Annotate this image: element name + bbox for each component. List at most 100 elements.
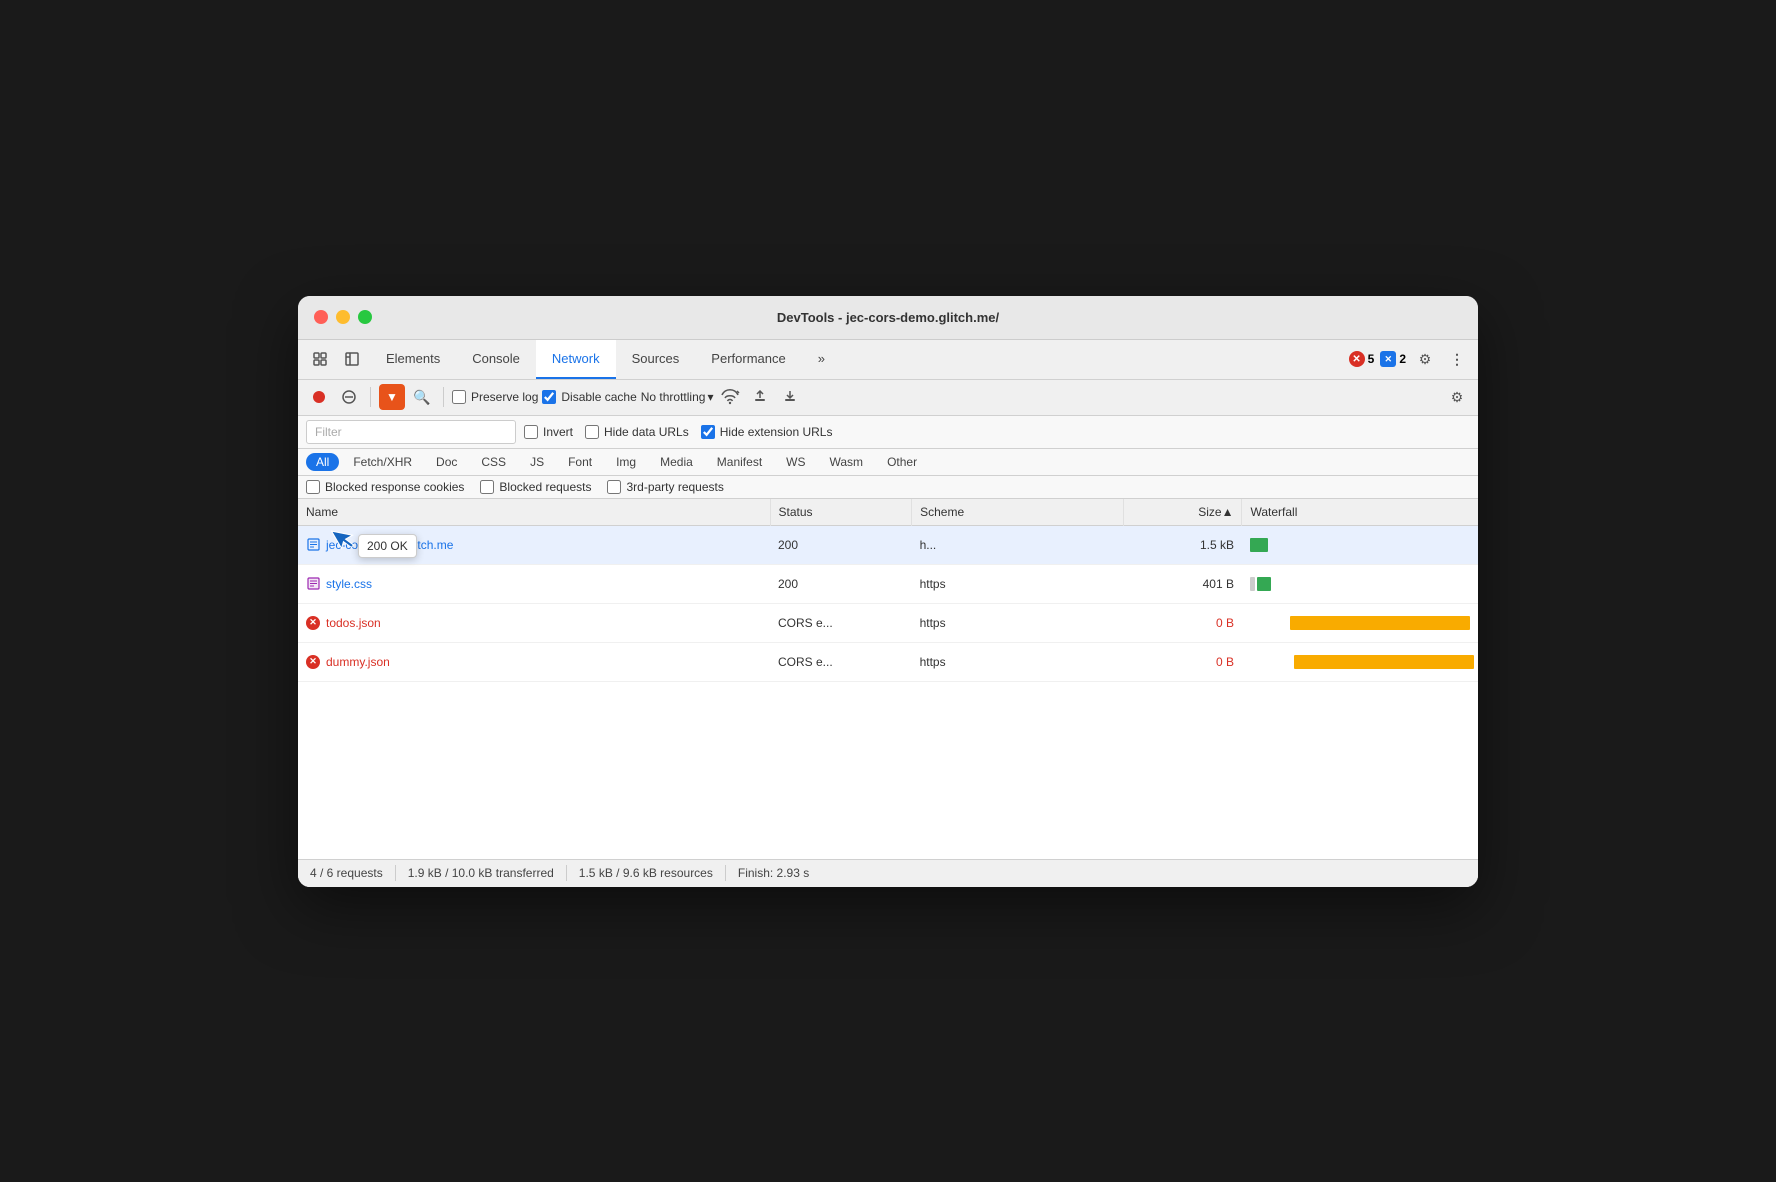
- record-button[interactable]: [306, 384, 332, 410]
- blocked-cookies-checkbox[interactable]: [306, 480, 320, 494]
- upload-icon[interactable]: [747, 384, 773, 410]
- hide-data-urls-label[interactable]: Hide data URLs: [585, 425, 689, 439]
- tab-sources[interactable]: Sources: [616, 339, 696, 379]
- col-status[interactable]: Status: [770, 499, 912, 526]
- requests-count: 4 / 6 requests: [310, 866, 383, 880]
- col-scheme[interactable]: Scheme: [912, 499, 1124, 526]
- col-name[interactable]: Name: [298, 499, 770, 526]
- table-row[interactable]: jec-cors-demo.glitch.me200 OK200h...1.5 …: [298, 525, 1478, 564]
- tab-more[interactable]: »: [802, 339, 841, 379]
- clear-button[interactable]: [336, 384, 362, 410]
- type-pill-css[interactable]: CSS: [471, 453, 516, 471]
- close-button[interactable]: [314, 310, 328, 324]
- tab-elements[interactable]: Elements: [370, 339, 456, 379]
- waterfall-cell: [1242, 642, 1478, 681]
- scheme-cell: https: [912, 603, 1124, 642]
- finish-time: Finish: 2.93 s: [738, 866, 809, 880]
- status-bar: 4 / 6 requests 1.9 kB / 10.0 kB transfer…: [298, 859, 1478, 887]
- error-count-red[interactable]: ✕ 5: [1349, 351, 1375, 367]
- separator: [370, 387, 371, 407]
- tab-console[interactable]: Console: [456, 339, 536, 379]
- table-row[interactable]: style.css200https401 B: [298, 564, 1478, 603]
- waterfall-cell: [1242, 603, 1478, 642]
- more-options-icon[interactable]: ⋮: [1444, 346, 1470, 372]
- chevron-down-icon: ▾: [707, 390, 713, 404]
- transferred-size: 1.9 kB / 10.0 kB transferred: [408, 866, 554, 880]
- type-pill-other[interactable]: Other: [877, 453, 927, 471]
- error-blue-icon: ✕: [1380, 351, 1396, 367]
- traffic-lights: [314, 310, 372, 324]
- download-icon[interactable]: [777, 384, 803, 410]
- type-pill-ws[interactable]: WS: [776, 453, 815, 471]
- table-row[interactable]: ✕dummy.jsonCORS e...https0 B: [298, 642, 1478, 681]
- type-pill-img[interactable]: Img: [606, 453, 646, 471]
- nav-tabs: Elements Console Network Sources Perform…: [298, 340, 1478, 380]
- network-table: Name Status Scheme Size ▲ Waterfall jec-…: [298, 499, 1478, 682]
- size-cell: 0 B: [1124, 642, 1242, 681]
- separator2: [443, 387, 444, 407]
- file-name: dummy.json: [326, 655, 390, 669]
- preserve-log-checkbox[interactable]: [452, 390, 466, 404]
- third-party-checkbox[interactable]: [607, 480, 621, 494]
- size-cell: 1.5 kB: [1124, 525, 1242, 564]
- scheme-cell: https: [912, 564, 1124, 603]
- error-red-icon: ✕: [1349, 351, 1365, 367]
- col-size[interactable]: Size ▲: [1124, 499, 1242, 526]
- search-button[interactable]: 🔍: [409, 384, 435, 410]
- waterfall-bar-container: [1250, 609, 1470, 637]
- table-row[interactable]: ✕todos.jsonCORS e...https0 B: [298, 603, 1478, 642]
- css-icon: [306, 577, 320, 591]
- sep3: [725, 865, 726, 881]
- table-body: jec-cors-demo.glitch.me200 OK200h...1.5 …: [298, 525, 1478, 681]
- filter-bar: Invert Hide data URLs Hide extension URL…: [298, 416, 1478, 449]
- type-pill-all[interactable]: All: [306, 453, 339, 471]
- invert-checkbox[interactable]: [524, 425, 538, 439]
- minimize-button[interactable]: [336, 310, 350, 324]
- type-pill-js[interactable]: JS: [520, 453, 554, 471]
- scheme-cell: https: [912, 642, 1124, 681]
- type-pill-doc[interactable]: Doc: [426, 453, 467, 471]
- error-count-blue[interactable]: ✕ 2: [1380, 351, 1406, 367]
- status-cell: 200: [770, 525, 912, 564]
- sep1: [395, 865, 396, 881]
- filter-button[interactable]: ▼: [379, 384, 405, 410]
- cursor-icon[interactable]: [306, 345, 334, 373]
- gear-icon[interactable]: ⚙: [1444, 384, 1470, 410]
- disable-cache-checkbox[interactable]: [542, 390, 556, 404]
- waterfall-bar-green2: [1257, 577, 1271, 591]
- blocked-requests-label[interactable]: Blocked requests: [480, 480, 591, 494]
- file-name: todos.json: [326, 616, 381, 630]
- type-pill-manifest[interactable]: Manifest: [707, 453, 772, 471]
- blocked-requests-checkbox[interactable]: [480, 480, 494, 494]
- maximize-button[interactable]: [358, 310, 372, 324]
- type-pill-media[interactable]: Media: [650, 453, 703, 471]
- blocked-cookies-label[interactable]: Blocked response cookies: [306, 480, 464, 494]
- type-pill-wasm[interactable]: Wasm: [820, 453, 874, 471]
- type-pill-font[interactable]: Font: [558, 453, 602, 471]
- size-cell: 0 B: [1124, 603, 1242, 642]
- hide-ext-urls-label[interactable]: Hide extension URLs: [701, 425, 833, 439]
- window-title: DevTools - jec-cors-demo.glitch.me/: [777, 310, 999, 325]
- filter-input[interactable]: [306, 420, 516, 444]
- type-pill-fetch-xhr[interactable]: Fetch/XHR: [343, 453, 422, 471]
- inspect-icon[interactable]: [338, 345, 366, 373]
- disable-cache-label[interactable]: Disable cache: [542, 390, 636, 404]
- third-party-label[interactable]: 3rd-party requests: [607, 480, 723, 494]
- hide-data-urls-checkbox[interactable]: [585, 425, 599, 439]
- name-cell: ✕todos.json: [306, 616, 762, 630]
- tab-performance[interactable]: Performance: [695, 339, 801, 379]
- doc-icon: [306, 538, 320, 552]
- waterfall-cell: [1242, 525, 1478, 564]
- tab-network[interactable]: Network: [536, 339, 616, 379]
- col-waterfall[interactable]: Waterfall: [1242, 499, 1478, 526]
- throttle-dropdown[interactable]: No throttling ▾: [641, 390, 714, 404]
- settings-icon[interactable]: ⚙: [1412, 346, 1438, 372]
- waterfall-bar-yellow: [1294, 655, 1474, 669]
- devtools-body: Elements Console Network Sources Perform…: [298, 340, 1478, 887]
- network-table-area: Name Status Scheme Size ▲ Waterfall jec-…: [298, 499, 1478, 859]
- preserve-log-label[interactable]: Preserve log: [452, 390, 538, 404]
- wifi-icon[interactable]: [717, 384, 743, 410]
- invert-label[interactable]: Invert: [524, 425, 573, 439]
- hide-ext-urls-checkbox[interactable]: [701, 425, 715, 439]
- nav-right: ✕ 5 ✕ 2 ⚙ ⋮: [1349, 346, 1470, 372]
